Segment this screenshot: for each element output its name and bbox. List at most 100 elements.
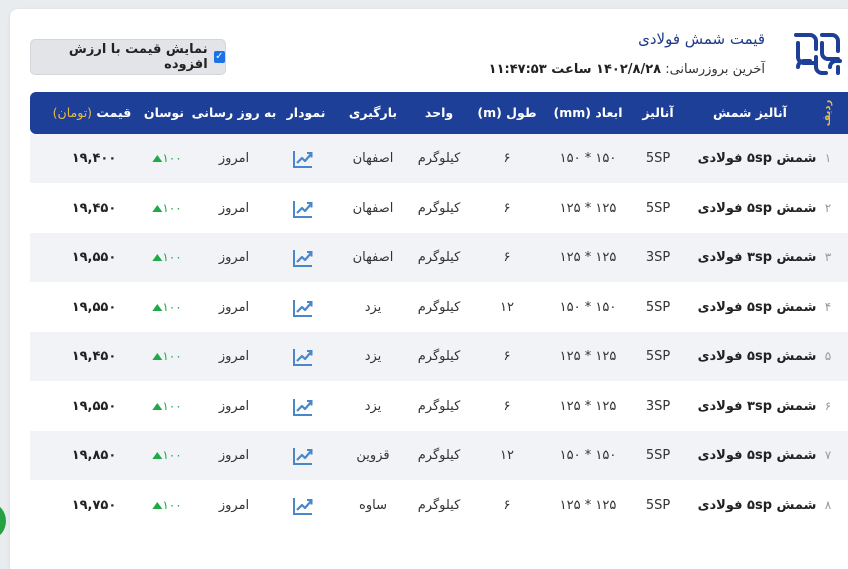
cell-loading: اصفهان [352,250,394,265]
col-change: نوسان [143,105,185,120]
cell-price: ۱۹,۵۵۰ [71,398,117,414]
change-value: ۱۰۰ [162,151,182,165]
cell-change: ۱۰۰ [148,332,182,381]
table-row[interactable]: ۳ شمش ۳sp فولادی 3SP ۱۲۵ * ۱۲۵ ۶ کیلوگرم اصفها… [30,233,848,282]
up-triangle-icon [152,402,163,410]
cell-length: ۶ [503,200,511,216]
cell-num: ۱ [824,151,832,165]
cell-unit: کیلوگرم [417,349,461,364]
col-dims: ابعاد (mm) [553,105,623,120]
col-chart: نمودار [286,105,326,120]
checkbox-checked-icon[interactable]: ✓ [213,51,225,63]
cell-updated: امروز [218,200,250,216]
col-unit: واحد [424,105,454,120]
trend-chart-icon[interactable] [292,496,314,516]
brand-logo-icon[interactable] [790,27,846,79]
cell-name: شمش ۳sp فولادی [697,398,817,414]
cell-price: ۱۹,۴۵۰ [71,349,117,364]
table-row[interactable]: ۲ شمش ۵sp فولادی 5SP ۱۲۵ * ۱۲۵ ۶ کیلوگرم اصفها… [30,183,848,233]
trend-chart-icon[interactable] [292,199,314,219]
table-row[interactable]: ۷ شمش ۵sp فولادی 5SP ۱۵۰ * ۱۵۰ ۱۲ کیلوگرم قزوی… [30,431,848,480]
cell-unit: کیلوگرم [417,398,461,414]
change-value: ۱۰۰ [162,250,182,264]
cell-length: ۱۲ [500,448,514,463]
cell-num: ۷ [824,448,832,462]
cell-analysis: 5SP [645,200,671,216]
table-row[interactable]: ۱ شمش ۵sp فولادی 5SP ۱۵۰ * ۱۵۰ ۶ کیلوگرم اصفها… [30,134,848,183]
col-analysis: آنالیز [642,105,674,120]
cell-analysis: 5SP [645,448,671,463]
last-update-label: آخرین بروزرسانی: [665,62,765,77]
cell-change: ۱۰۰ [148,233,182,282]
change-value: ۱۰۰ [162,497,182,512]
table-row[interactable]: ۸ شمش ۵sp فولادی 5SP ۱۲۵ * ۱۲۵ ۶ کیلوگرم ساوه ا… [30,480,848,530]
cell-dims: ۱۵۰ * ۱۵۰ [559,448,617,463]
up-triangle-icon [152,501,163,509]
change-value: ۱۰۰ [162,448,182,462]
cell-loading: اصفهان [352,200,394,216]
cell-length: ۶ [503,349,511,364]
trend-chart-icon[interactable] [292,298,314,318]
table-row[interactable]: ۴ شمش ۵sp فولادی 5SP ۱۵۰ * ۱۵۰ ۱۲ کیلوگرم یزد ا… [30,282,848,332]
table-row[interactable]: ۶ شمش ۳sp فولادی 3SP ۱۲۵ * ۱۲۵ ۶ کیلوگرم یزد ام… [30,381,848,431]
trend-chart-icon[interactable] [292,347,314,367]
cell-price: ۱۹,۷۵۰ [71,497,117,513]
vat-toggle[interactable]: ✓ نمایش قیمت با ارزش افزوده [30,39,226,75]
cell-price: ۱۹,۴۰۰ [71,151,117,166]
col-updated: به روز رسانی [191,105,277,120]
cell-analysis: 5SP [645,497,671,513]
cell-unit: کیلوگرم [417,497,461,513]
trend-chart-icon[interactable] [292,397,314,417]
change-value: ۱۰۰ [162,299,182,314]
last-update: آخرین بروزرسانی: ۱۴۰۲/۸/۲۸ ساعت ۱۱:۴۷:۵۳ [489,62,765,77]
cell-updated: امروز [218,250,250,265]
cell-analysis: 5SP [645,299,671,315]
cell-updated: امروز [218,497,250,513]
col-length: طول (m) [477,105,537,120]
up-triangle-icon [152,452,163,459]
cell-length: ۶ [503,497,511,513]
cell-dims: ۱۲۵ * ۱۲۵ [559,250,617,265]
table-row[interactable]: ۵ شمش ۵sp فولادی 5SP ۱۲۵ * ۱۲۵ ۶ کیلوگرم یزد ام… [30,332,848,381]
cell-price: ۱۹,۴۵۰ [71,200,117,216]
cell-unit: کیلوگرم [417,151,461,166]
change-value: ۱۰۰ [162,398,182,413]
cell-price: ۱۹,۵۵۰ [71,299,117,315]
cell-loading: یزد [364,299,382,315]
cell-updated: امروز [218,398,250,414]
cell-unit: کیلوگرم [417,200,461,216]
col-price-label: قیمت [96,105,132,120]
cell-change: ۱۰۰ [148,283,182,332]
cell-updated: امروز [218,299,250,315]
col-price: قیمت (تومان) [53,92,132,134]
cell-name: شمش ۵sp فولادی [697,299,817,315]
cell-loading: یزد [364,398,382,414]
cell-num: ۳ [824,250,832,264]
cell-length: ۶ [503,151,511,166]
floating-action-button[interactable] [0,503,6,539]
cell-length: ۶ [503,398,511,414]
cell-name: شمش ۵sp فولادی [697,497,817,513]
vat-toggle-label: نمایش قیمت با ارزش افزوده [68,42,208,72]
cell-loading: ساوه [359,497,387,513]
table-header: ردیف آنالیز شمش آنالیز ابعاد (mm) طول (m… [30,92,848,134]
price-card: قیمت شمش فولادی آخرین بروزرسانی: ۱۴۰۲/۸/… [10,9,848,569]
cell-dims: ۱۲۵ * ۱۲۵ [559,398,617,414]
col-loading: بارگیری [348,105,398,120]
cell-dims: ۱۵۰ * ۱۵۰ [559,299,617,315]
trend-chart-icon[interactable] [292,149,314,169]
cell-change: ۱۰۰ [148,481,182,530]
cell-num: ۶ [824,398,832,413]
cell-loading: اصفهان [352,151,394,166]
up-triangle-icon [152,155,163,162]
up-triangle-icon [152,303,163,311]
cell-analysis: 5SP [645,151,671,166]
cell-loading: قزوین [356,448,390,463]
cell-num: ۲ [824,200,832,215]
cell-loading: یزد [364,349,382,364]
change-value: ۱۰۰ [162,200,182,215]
up-triangle-icon [152,254,163,261]
cell-change: ۱۰۰ [148,382,182,431]
trend-chart-icon[interactable] [292,446,314,466]
trend-chart-icon[interactable] [292,248,314,268]
